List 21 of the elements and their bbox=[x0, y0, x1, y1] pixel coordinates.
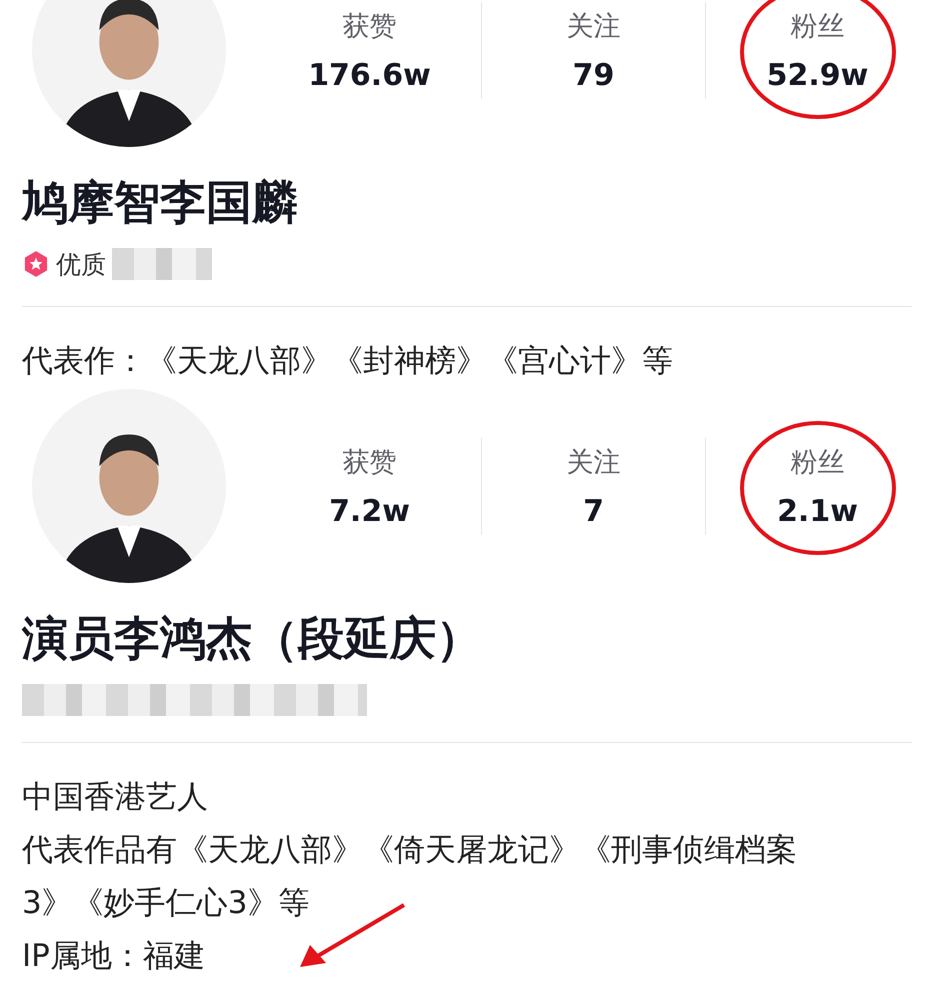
star-badge-icon bbox=[22, 250, 50, 278]
stat-value: 7.2w bbox=[329, 494, 410, 528]
tag-label: 优质 bbox=[56, 248, 106, 280]
stat-value: 79 bbox=[572, 58, 614, 92]
stat-value: 176.6w bbox=[308, 58, 431, 92]
stat-label: 获赞 bbox=[342, 10, 396, 44]
stat-label: 关注 bbox=[566, 10, 620, 44]
bio-text: IP属地：福建 bbox=[22, 937, 206, 976]
bio-text: 代表作品有《天龙八部》《倚天屠龙记》《刑事侦缉档案 bbox=[22, 831, 798, 870]
stat-label: 粉丝 bbox=[790, 446, 844, 480]
stat-label: 关注 bbox=[566, 446, 620, 480]
stat-label: 获赞 bbox=[342, 446, 396, 480]
stat-value: 2.1w bbox=[777, 494, 858, 528]
profile-name: 演员李鸿杰（段延庆） bbox=[22, 610, 483, 667]
profile-name: 鸠摩智李国麟 bbox=[22, 174, 299, 231]
bio-text: 代表作：《天龙八部》《封神榜》《宫心计》等 bbox=[22, 342, 674, 381]
stat-value: 52.9w bbox=[766, 58, 868, 92]
stat-label: 粉丝 bbox=[790, 10, 844, 44]
bio-text: 中国香港艺人 bbox=[22, 778, 209, 817]
stat-value: 7 bbox=[583, 494, 604, 528]
bio-text: 3》《妙手仁心3》等 bbox=[22, 884, 310, 923]
